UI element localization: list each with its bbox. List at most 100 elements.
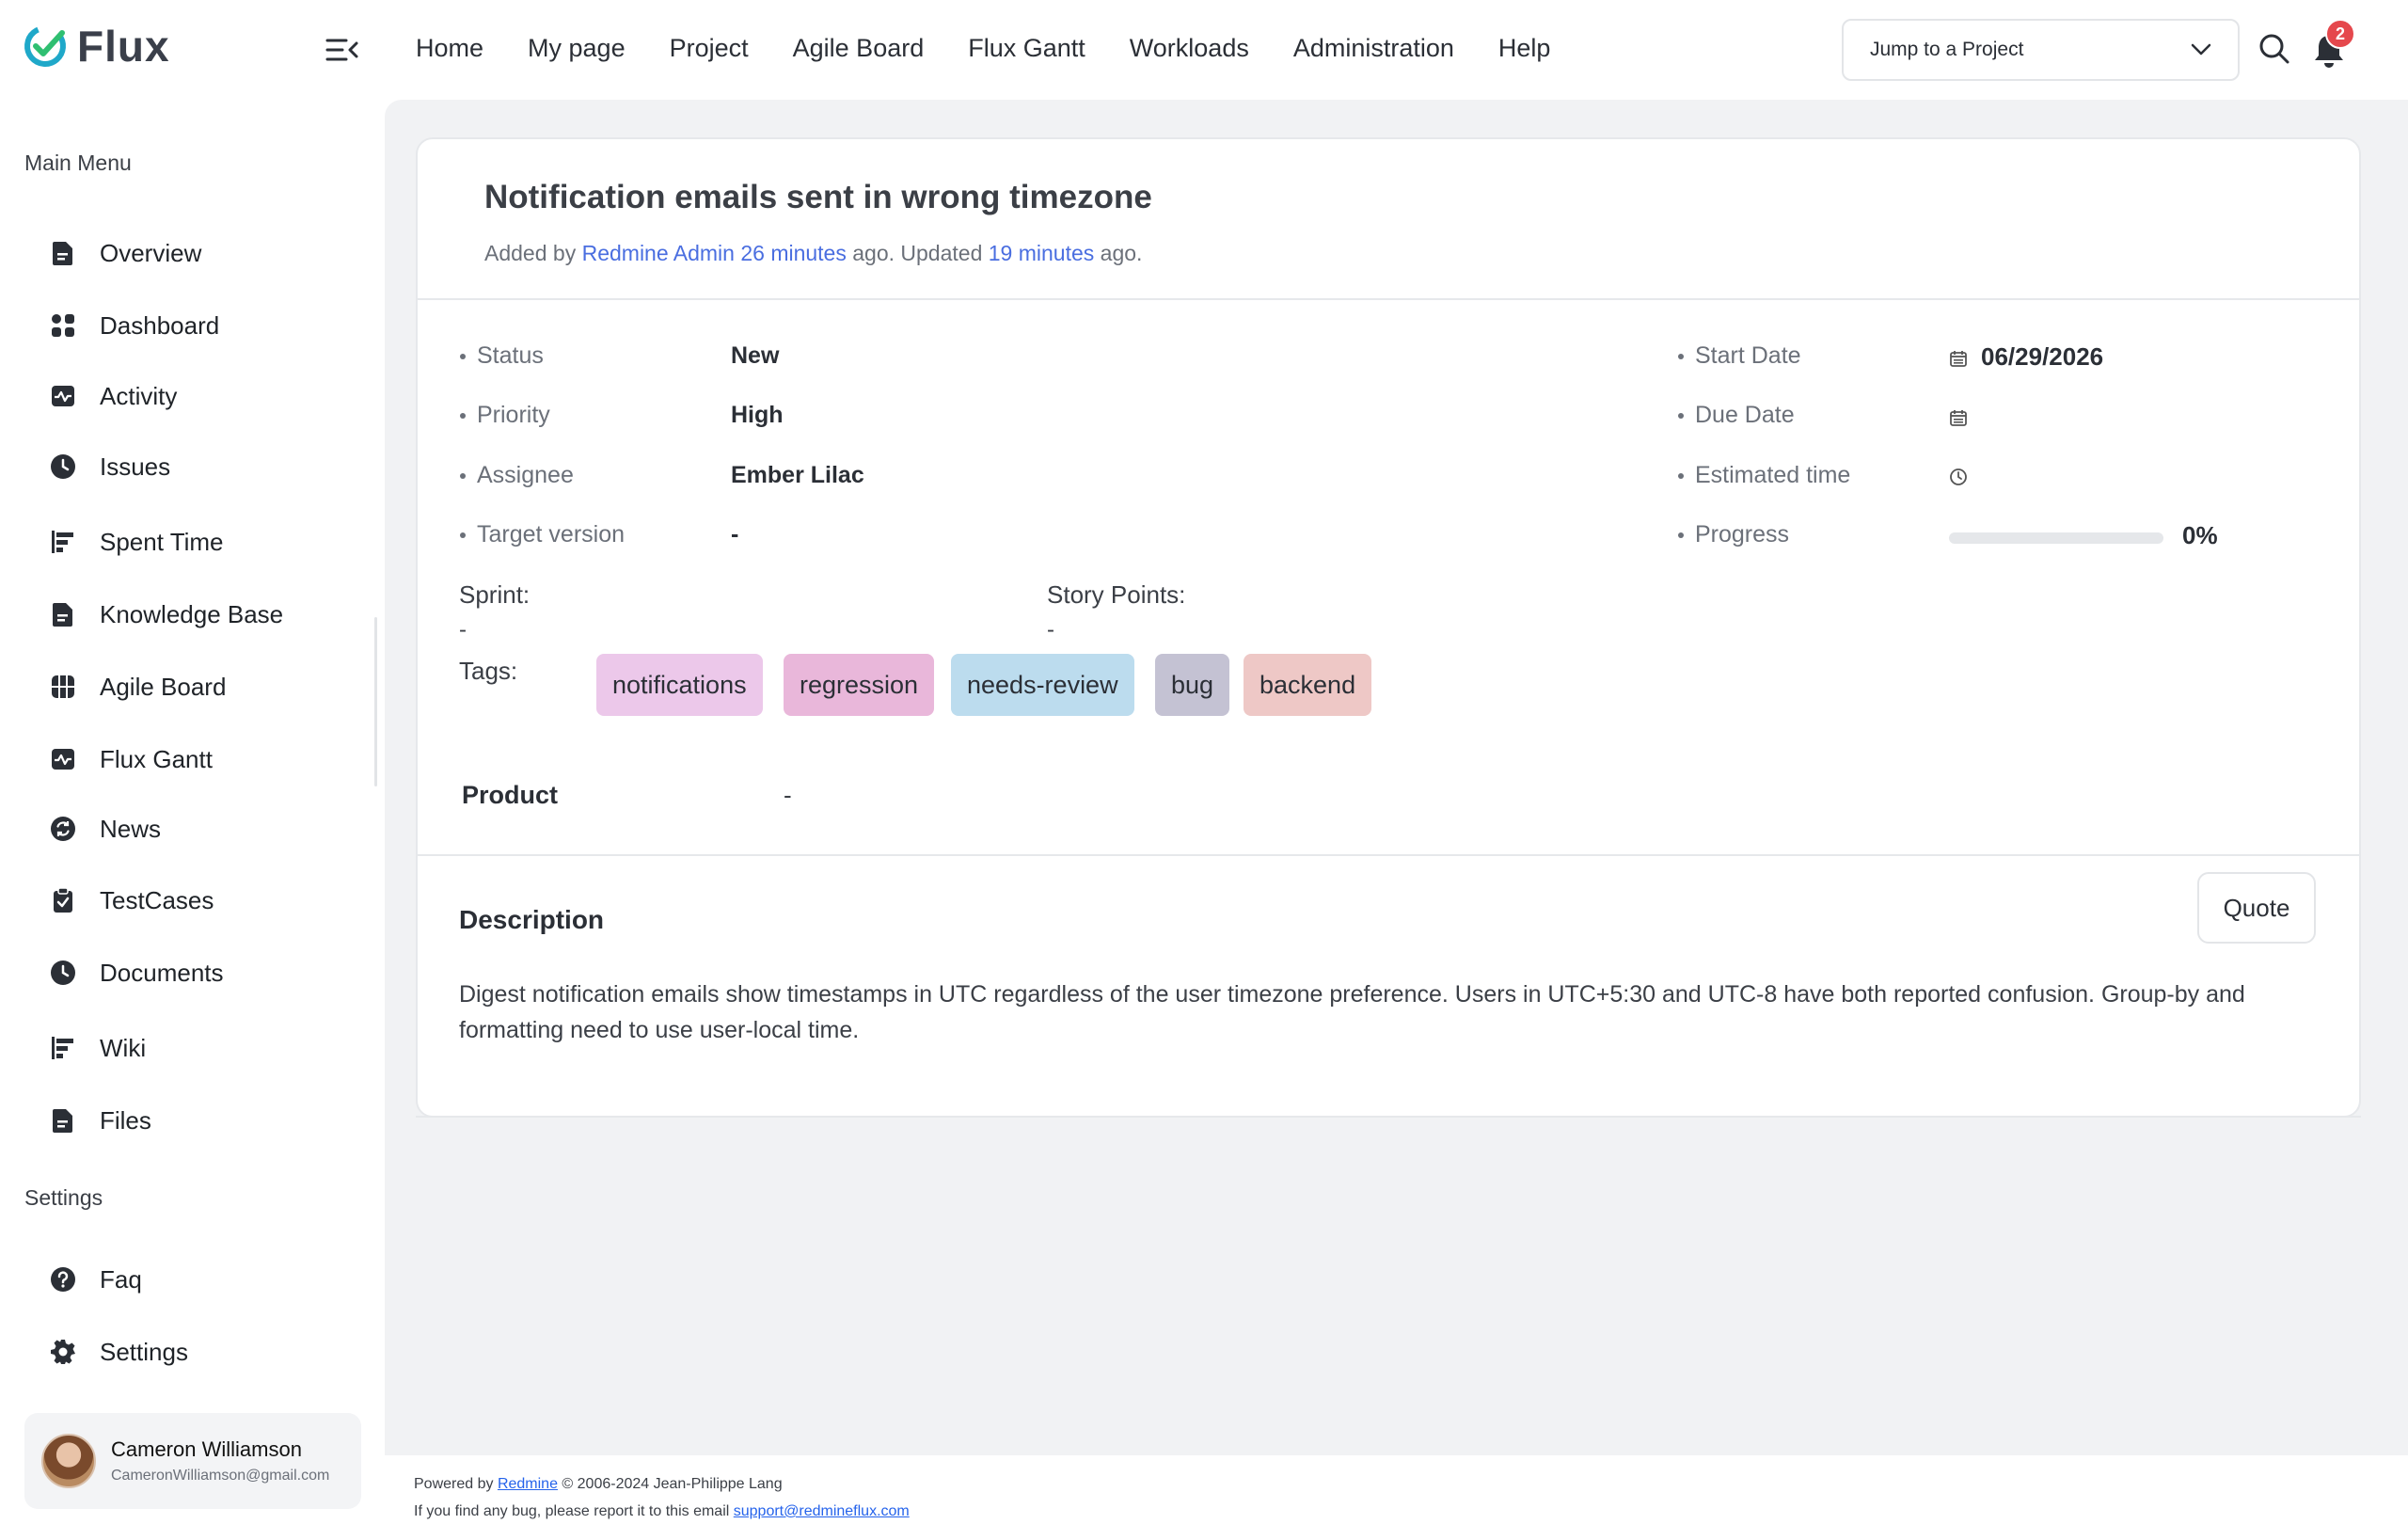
attr-progress: Progress [1678,521,1789,548]
clipboard-check-icon [54,887,72,913]
sidebar-item-dashboard[interactable]: Dashboard [49,307,219,344]
status-value[interactable]: New [731,342,779,370]
sidebar-item-label: Agile Board [100,672,227,701]
document-icon [53,1109,72,1133]
sidebar-item-overview[interactable]: Overview [49,234,201,272]
quote-button[interactable]: Quote [2197,872,2316,944]
meta-added-prefix: Added by [484,241,582,265]
document-icon [53,242,72,265]
attr-label: Target version [460,521,625,548]
attr-label: Priority [460,402,550,429]
header-divider [416,298,2361,300]
progress-value: 0% [2182,521,2218,549]
chevron-down-icon [2191,43,2211,56]
top-bar: Flux Home My page Project Agile Board Fl… [0,0,2408,100]
sprint-label: Sprint: [459,580,531,609]
user-profile-card[interactable]: Cameron Williamson CameronWilliamson@gma… [24,1413,361,1509]
description-text: Digest notification emails show timestam… [459,981,2245,1043]
jump-to-project-select[interactable]: Jump to a Project [1842,19,2240,81]
attr-label: Start Date [1678,342,1801,370]
sidebar-item-spent-time[interactable]: Spent Time [49,523,224,561]
footer-bug-prefix: If you find any bug, please report it to… [414,1503,734,1519]
attr-estimated-time: Estimated time [1678,462,1850,489]
sidebar-item-activity[interactable]: Activity [49,377,177,415]
nav-home[interactable]: Home [416,34,483,63]
nav-workloads[interactable]: Workloads [1130,34,1249,63]
sidebar-item-wiki[interactable]: Wiki [49,1029,146,1067]
logo[interactable]: Flux [23,21,170,71]
sidebar-item-label: Wiki [100,1033,147,1062]
user-name: Cameron Williamson [111,1437,302,1461]
story-points-value: - [1047,617,1054,643]
nav-flux-gantt[interactable]: Flux Gantt [968,34,1085,63]
nav-my-page[interactable]: My page [528,34,626,63]
sidebar-item-issues[interactable]: Issues [49,448,170,485]
sidebar-item-agile-board[interactable]: Agile Board [49,668,226,706]
gear-icon [51,1340,75,1364]
dashboard-icon [52,314,74,337]
card-divider [416,1116,2361,1118]
product-label: Product [462,781,559,809]
sidebar-item-flux-gantt[interactable]: Flux Gantt [49,740,213,778]
sidebar-item-label: Flux Gantt [100,744,213,773]
created-ago-link[interactable]: 26 minutes [740,241,847,265]
redmine-link[interactable]: Redmine [498,1476,558,1492]
tag-needs-review[interactable]: needs-review [951,654,1134,716]
sidebar-item-settings[interactable]: Settings [49,1333,188,1371]
gantt-bars-icon [52,1037,73,1059]
sidebar-item-label: TestCases [100,885,214,914]
attr-assignee: Assignee Ember Lilac [460,462,864,489]
attr-priority: Priority High [460,402,784,429]
menu-collapse-icon[interactable] [325,36,359,64]
author-link[interactable]: Redmine Admin [582,241,735,265]
sidebar-scrollbar[interactable] [374,617,377,786]
start-date-value[interactable]: 06/29/2026 [1981,342,2103,372]
activity-icon [52,386,74,406]
logo-check-icon [24,25,66,67]
sidebar-item-label: Settings [100,1337,188,1366]
user-email: CameronWilliamson@gmail.com [111,1468,330,1484]
meta-updated-prefix: ago. Updated [846,241,989,265]
attr-status: Status New [460,342,779,370]
nav-administration[interactable]: Administration [1293,34,1454,63]
search-icon[interactable] [2258,32,2291,66]
sidebar-item-faq[interactable]: Faq [49,1261,142,1298]
attr-label: Assignee [460,462,574,489]
issue-title: Notification emails sent in wrong timezo… [484,179,1152,215]
attr-label: Estimated time [1678,462,1850,489]
avatar [41,1434,96,1488]
sidebar-item-label: Knowledge Base [100,599,284,628]
footer-powered-prefix: Powered by [414,1476,498,1492]
attr-target-version: Target version - [460,521,738,548]
calendar-icon[interactable] [1949,408,1968,427]
nav-agile-board[interactable]: Agile Board [793,34,925,63]
sidebar-item-knowledge-base[interactable]: Knowledge Base [49,595,283,633]
jump-to-project-label: Jump to a Project [1870,39,2024,60]
tag-bug[interactable]: bug [1155,654,1230,716]
support-email-link[interactable]: support@redmineflux.com [734,1503,910,1519]
sidebar-item-files[interactable]: Files [49,1102,151,1139]
attr-start-date: Start Date [1678,342,1801,370]
footer-powered-by: Powered by Redmine © 2006-2024 Jean-Phil… [414,1476,783,1493]
assignee-value[interactable]: Ember Lilac [731,462,864,489]
tag-regression[interactable]: regression [784,654,935,716]
sidebar-item-documents[interactable]: Documents [49,954,224,992]
priority-value[interactable]: High [731,402,784,429]
updated-ago-link[interactable]: 19 minutes [989,241,1095,265]
nav-help[interactable]: Help [1498,34,1551,63]
sidebar-item-news[interactable]: News [49,810,161,848]
nav-project[interactable]: Project [670,34,749,63]
sidebar-item-label: Dashboard [100,310,220,340]
issue-card [416,137,2361,1118]
gantt-bars-icon [52,531,73,553]
description-title: Description [459,905,605,934]
sidebar-item-label: Spent Time [100,527,224,556]
sidebar-item-label: Activity [100,381,178,410]
sidebar-item-testcases[interactable]: TestCases [49,881,214,919]
attr-label: Progress [1678,521,1789,548]
document-icon [53,603,72,627]
progress-bar [1949,532,2163,544]
tag-notifications[interactable]: notifications [596,654,763,716]
refresh-icon [51,817,75,841]
tag-backend[interactable]: backend [1244,654,1372,716]
